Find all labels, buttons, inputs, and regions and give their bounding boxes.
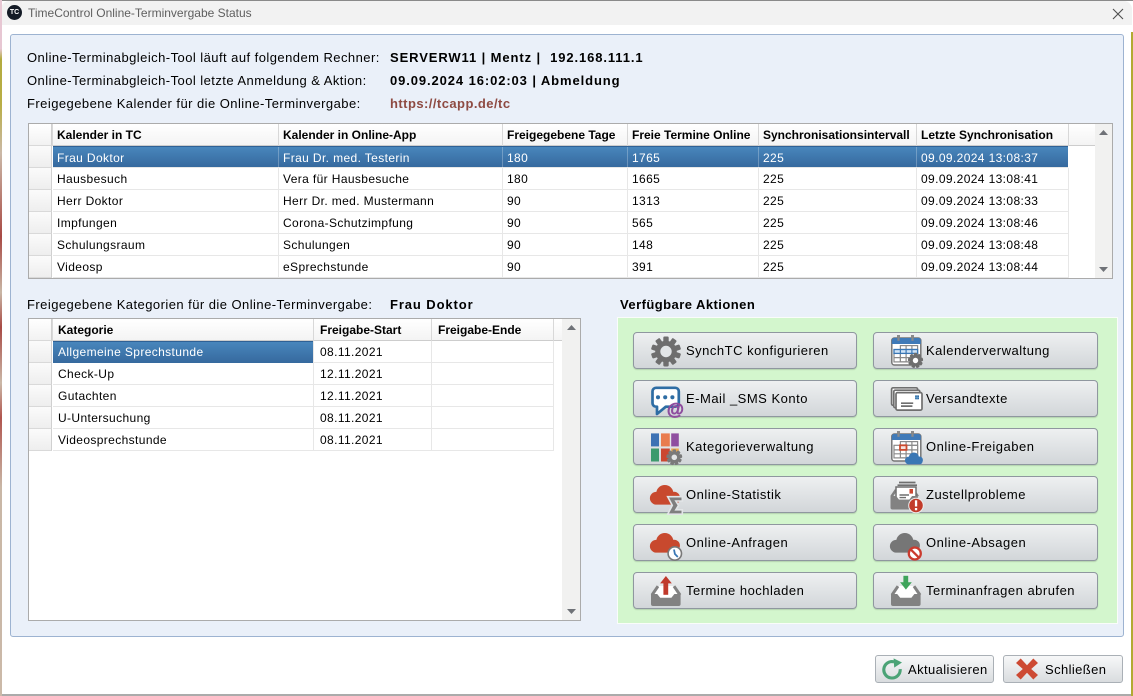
- svg-text:@: @: [667, 399, 684, 419]
